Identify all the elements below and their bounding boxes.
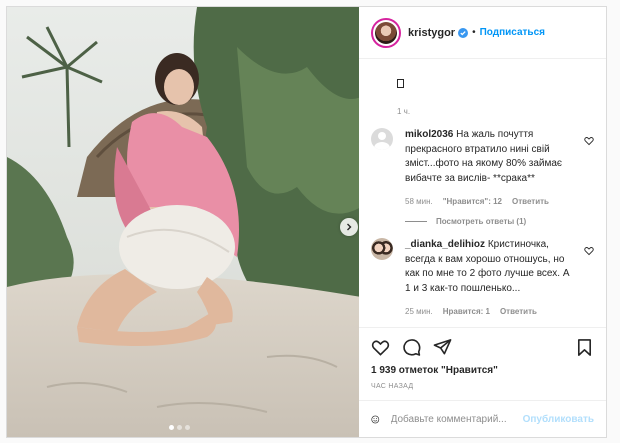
post-photo[interactable] [7,7,359,437]
verified-badge-icon [458,27,469,38]
heart-icon[interactable] [584,136,594,146]
post-timestamp[interactable]: ЧАС НАЗАД [371,383,594,390]
comment-likes-count[interactable]: "Нравится": 12 [443,197,502,206]
commenter-avatar[interactable] [371,128,393,150]
commenter-avatar[interactable] [371,238,393,260]
comment-time[interactable]: 25 мин. [405,307,433,316]
post-comment-button[interactable]: Опубликовать [523,414,594,425]
heart-icon[interactable] [584,246,594,256]
beach-photo-illustration [7,7,359,437]
carousel-indicator [169,425,190,430]
comment-meta: 25 мин. Нравится: 1 Ответить [405,307,577,316]
comment-text: _dianka_delihioz Кристиночка, всегда к в… [405,238,577,296]
comment-composer: Опубликовать [359,400,606,437]
post-modal: kristygor • Подписаться 1 ч. mikol2036 Н… [6,6,607,438]
heart-icon[interactable] [371,338,390,357]
view-replies-button[interactable]: Посмотреть ответы (1) [405,217,594,226]
author-username[interactable]: kristygor [408,27,455,39]
bookmark-icon[interactable] [575,338,594,357]
carousel-dot [185,425,190,430]
carousel-dot [177,425,182,430]
carousel-dot [169,425,174,430]
comment-time[interactable]: 58 мин. [405,197,433,206]
chevron-right-icon [347,223,352,231]
header-separator: • [472,27,476,38]
follow-button[interactable]: Подписаться [480,27,545,38]
comment-item: mikol2036 На жаль почуття прекрасного вт… [371,128,594,206]
reply-button[interactable]: Ответить [500,307,537,316]
post-header: kristygor • Подписаться [359,7,606,59]
paper-plane-icon[interactable] [433,338,452,357]
likes-count[interactable]: 1 939 отметок "Нравится" [371,365,594,376]
reply-button[interactable]: Ответить [512,197,549,206]
comments-list[interactable]: 1 ч. mikol2036 На жаль почуття прекрасно… [359,59,606,327]
next-slide-button[interactable] [340,218,358,236]
post-actions: 1 939 отметок "Нравится" ЧАС НАЗАД [359,327,606,390]
missing-glyph-icon [397,79,404,88]
caption-time: 1 ч. [397,107,411,116]
comment-icon[interactable] [402,338,421,357]
view-replies-label: Посмотреть ответы (1) [436,217,527,226]
emoji-icon[interactable] [371,410,380,429]
replies-divider [405,221,427,222]
comment-item: _dianka_delihioz Кристиночка, всегда к в… [371,238,594,316]
author-avatar[interactable] [371,17,401,48]
comment-input[interactable] [390,413,523,425]
comment-likes-count[interactable]: Нравится: 1 [443,307,490,316]
action-icons [371,334,594,360]
comment-meta: 58 мин. "Нравится": 12 Ответить [405,197,577,206]
commenter-username[interactable]: _dianka_delihioz [405,239,485,250]
previous-comment-fragment [371,59,594,73]
comment-text: mikol2036 На жаль почуття прекрасного вт… [405,128,577,186]
post-sidebar: kristygor • Подписаться 1 ч. mikol2036 Н… [359,7,606,437]
commenter-username[interactable]: mikol2036 [405,129,453,140]
